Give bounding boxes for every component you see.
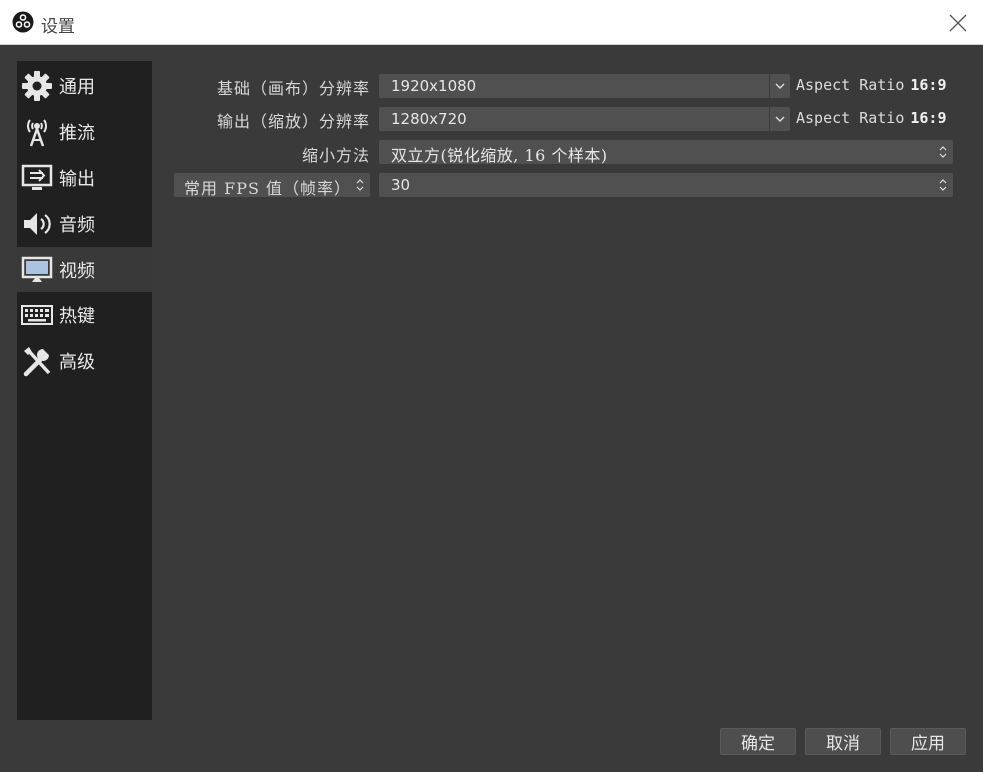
chevron-down-icon [769, 74, 790, 98]
monitor-output-icon [20, 161, 54, 195]
close-icon [949, 14, 967, 31]
cancel-button[interactable]: 取消 [805, 728, 881, 755]
sidebar-item-output[interactable]: 输出 [17, 155, 152, 200]
tools-icon [20, 344, 54, 378]
apply-button[interactable]: 应用 [890, 728, 966, 755]
sidebar-item-label: 推流 [59, 122, 95, 144]
sidebar-item-video[interactable]: 视频 [17, 247, 152, 292]
up-down-arrows-icon [933, 140, 953, 164]
window-title: 设置 [41, 17, 75, 37]
antenna-icon [20, 115, 54, 149]
aspect-ratio-label: Aspect Ratio [796, 76, 905, 94]
up-down-arrows-icon [933, 173, 953, 197]
speaker-icon [20, 207, 54, 241]
sidebar-item-label: 热键 [59, 305, 95, 327]
sidebar-item-hotkeys[interactable]: 热键 [17, 292, 152, 337]
ok-button[interactable]: 确定 [720, 728, 796, 755]
title-bar: 设置 [0, 0, 983, 45]
fps-value-select[interactable]: 30 [379, 173, 953, 197]
chevron-down-icon [769, 107, 790, 131]
downscale-filter-select[interactable]: 双立方(锐化缩放, 16 个样本) [379, 140, 953, 165]
base-resolution-combobox[interactable]: 1920x1080 [379, 74, 790, 98]
output-aspect-ratio: Aspect Ratio 16:9 [796, 109, 947, 127]
sidebar-item-general[interactable]: 通用 [17, 63, 152, 108]
base-resolution-label: 基础（画布）分辨率 [216, 79, 370, 98]
downscale-filter-label: 缩小方法 [301, 146, 370, 165]
monitor-icon [20, 253, 54, 287]
settings-sidebar: 通用 推流 输出 音频 视频 热键 高级 [17, 61, 152, 720]
sidebar-item-label: 输出 [59, 168, 95, 190]
base-aspect-ratio: Aspect Ratio 16:9 [796, 76, 947, 94]
aspect-ratio-value: 16:9 [910, 76, 947, 94]
gear-icon [20, 69, 54, 103]
keyboard-icon [20, 298, 54, 332]
base-resolution-value: 1920x1080 [391, 77, 477, 95]
sidebar-item-label: 音频 [59, 214, 95, 236]
sidebar-item-label: 高级 [59, 351, 95, 373]
sidebar-item-label: 通用 [59, 76, 95, 98]
fps-value: 30 [391, 176, 411, 194]
aspect-ratio-value: 16:9 [910, 109, 947, 127]
output-resolution-label: 输出（缩放）分辨率 [216, 112, 370, 131]
downscale-filter-value: 双立方(锐化缩放, 16 个样本) [391, 146, 608, 165]
obs-logo-icon [12, 11, 34, 33]
aspect-ratio-label: Aspect Ratio [796, 109, 905, 127]
sidebar-item-advanced[interactable]: 高级 [17, 338, 152, 383]
fps-type-select[interactable]: 常用 FPS 值（帧率） [174, 173, 370, 198]
sidebar-item-stream[interactable]: 推流 [17, 109, 152, 154]
output-resolution-combobox[interactable]: 1280x720 [379, 107, 790, 131]
up-down-arrows-icon [350, 173, 370, 197]
output-resolution-value: 1280x720 [391, 110, 467, 128]
fps-type-value: 常用 FPS 值（帧率） [184, 179, 352, 198]
sidebar-item-audio[interactable]: 音频 [17, 201, 152, 246]
sidebar-item-label: 视频 [59, 260, 95, 282]
close-button[interactable] [933, 0, 983, 45]
